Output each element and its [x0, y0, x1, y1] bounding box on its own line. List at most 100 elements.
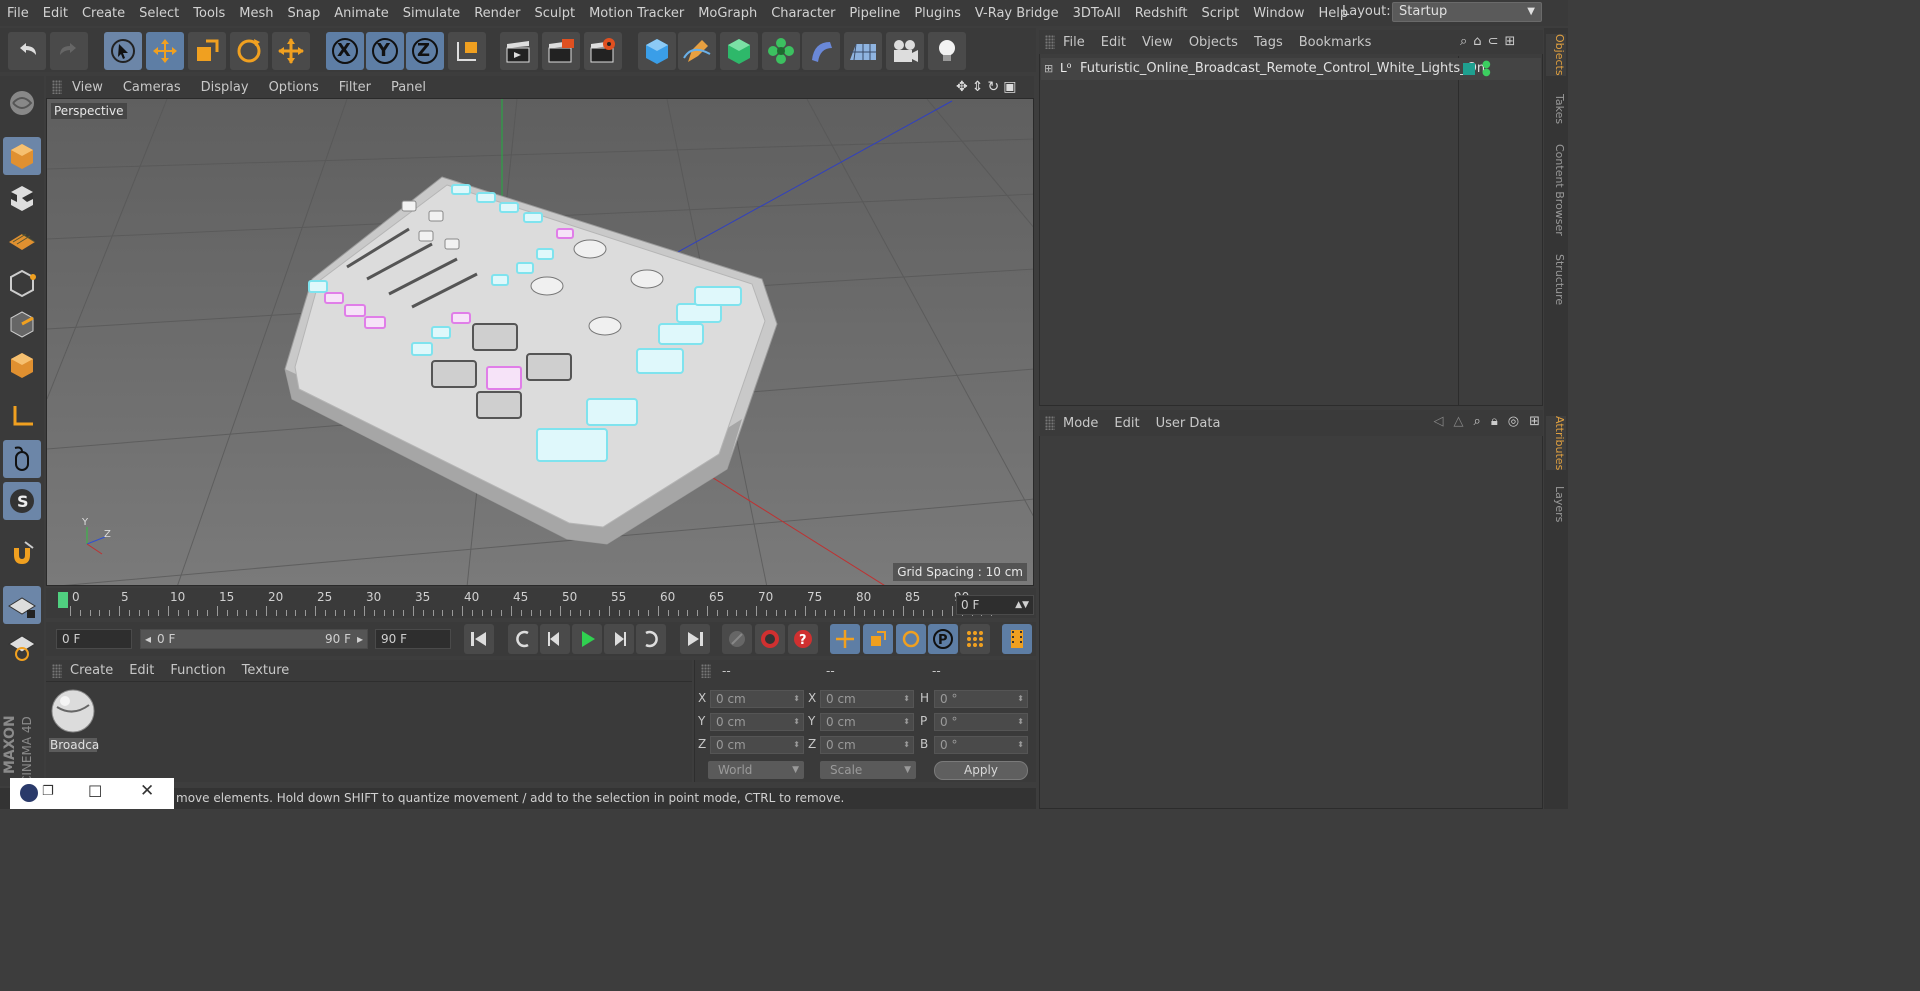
light-button[interactable] [928, 32, 966, 70]
attributes-menu-mode[interactable]: Mode [1055, 416, 1106, 431]
3d-viewport[interactable]: Y Z Perspective Grid Spacing : 10 cm [46, 98, 1034, 586]
menu-simulate[interactable]: Simulate [396, 6, 467, 21]
menu-animate[interactable]: Animate [327, 6, 395, 21]
snap-button[interactable] [3, 534, 41, 572]
edges-mode-button[interactable] [3, 305, 41, 343]
menu-pipeline[interactable]: Pipeline [842, 6, 907, 21]
transform-tool-button[interactable] [272, 32, 310, 70]
stepper-arrows-icon[interactable]: ⬍ [903, 737, 910, 753]
timeline-window-button[interactable] [1002, 624, 1032, 654]
restore-icon[interactable]: ❐ [42, 784, 54, 799]
layout-dropdown[interactable]: Startup ▼ [1392, 2, 1542, 22]
points-mode-button[interactable] [3, 264, 41, 302]
stepper-arrows-icon[interactable]: ⬍ [1017, 714, 1024, 730]
viewport-zoom-icon[interactable]: ⇕ [972, 79, 984, 95]
maximize-icon[interactable]: ☐ [88, 782, 102, 801]
solo-mode-button[interactable]: S [3, 482, 41, 520]
menu-edit[interactable]: Edit [36, 6, 75, 21]
menu-select[interactable]: Select [132, 6, 186, 21]
attributes-menu-user-data[interactable]: User Data [1148, 416, 1229, 431]
material-menu-edit[interactable]: Edit [121, 663, 162, 678]
back-arrow-icon[interactable]: ◁ [1434, 414, 1444, 432]
live-selection-button[interactable] [104, 32, 142, 70]
tweak-mode-button[interactable] [3, 440, 41, 478]
start-frame-field[interactable]: 0 F [56, 629, 132, 649]
render-to-picture-viewer-button[interactable] [542, 32, 580, 70]
floor-button[interactable] [844, 32, 882, 70]
cloner-button[interactable] [762, 32, 800, 70]
menu-window[interactable]: Window [1246, 6, 1311, 21]
move-tool-button[interactable] [146, 32, 184, 70]
menu-file[interactable]: File [0, 6, 36, 21]
rotate-tool-button[interactable] [230, 32, 268, 70]
menu-3dtoall[interactable]: 3DToAll [1066, 6, 1128, 21]
menu-mograph[interactable]: MoGraph [691, 6, 764, 21]
axis-mode-button[interactable] [3, 398, 41, 436]
lock-icon[interactable]: 🔒︎ [1491, 414, 1498, 432]
objects-menu-objects[interactable]: Objects [1181, 35, 1246, 50]
pen-spline-button[interactable] [678, 32, 716, 70]
stepper-arrows-icon[interactable]: ⬍ [903, 714, 910, 730]
viewport-menu-options[interactable]: Options [259, 80, 329, 95]
up-arrow-icon[interactable]: △ [1454, 414, 1464, 432]
side-tab-layers[interactable]: Layers [1546, 486, 1566, 522]
key-pla-button[interactable] [960, 624, 990, 654]
objects-menu-tags[interactable]: Tags [1246, 35, 1291, 50]
menu-redshift[interactable]: Redshift [1128, 6, 1195, 21]
planar-workplane-button[interactable] [3, 628, 41, 666]
viewport-menu-filter[interactable]: Filter [329, 80, 381, 95]
next-key-button[interactable] [636, 624, 666, 654]
grip-handle[interactable] [1045, 35, 1055, 49]
previous-key-button[interactable] [508, 624, 538, 654]
coord-value-field[interactable]: 0 cm ⬍ [820, 736, 914, 754]
material-menu-create[interactable]: Create [62, 663, 121, 678]
menu-render[interactable]: Render [467, 6, 527, 21]
playhead-marker[interactable] [58, 592, 68, 608]
menu-plugins[interactable]: Plugins [907, 6, 968, 21]
keyframe-selection-button[interactable]: ? [788, 624, 818, 654]
link-icon[interactable]: ⊂ [1488, 34, 1499, 50]
objects-menu-file[interactable]: File [1055, 35, 1093, 50]
menu-mesh[interactable]: Mesh [232, 6, 280, 21]
autokey-button[interactable] [755, 624, 785, 654]
home-icon[interactable]: ⌂ [1473, 34, 1481, 50]
coord-value-field[interactable]: 0 cm ⬍ [710, 736, 804, 754]
camera-button[interactable] [886, 32, 924, 70]
object-name[interactable]: Futuristic_Online_Broadcast_Remote_Contr… [1080, 61, 1485, 76]
side-tab-attributes[interactable]: Attributes [1546, 416, 1566, 471]
layer-color-tag[interactable] [1463, 63, 1475, 75]
menu-v-ray-bridge[interactable]: V-Ray Bridge [968, 6, 1066, 21]
coordinate-system-button[interactable] [448, 32, 486, 70]
timeline-ruler[interactable]: 051015202530354045505560657075808590 [46, 588, 1036, 618]
viewport-menu-cameras[interactable]: Cameras [113, 80, 191, 95]
menu-character[interactable]: Character [764, 6, 842, 21]
current-frame-field[interactable]: 0 F ▲▼ [956, 595, 1034, 615]
render-settings-button[interactable] [584, 32, 622, 70]
target-icon[interactable]: ◎ [1508, 414, 1519, 432]
grip-handle[interactable] [1045, 416, 1055, 430]
new-panel-icon[interactable]: ⊞ [1529, 414, 1540, 432]
menu-tools[interactable]: Tools [186, 6, 232, 21]
coord-value-field[interactable]: 0 ° ⬍ [934, 713, 1028, 731]
y-axis-lock-button[interactable]: Y [366, 32, 404, 70]
make-editable-button[interactable] [3, 84, 41, 122]
coord-value-field[interactable]: 0 cm ⬍ [710, 713, 804, 731]
stepper-arrows-icon[interactable]: ⬍ [793, 737, 800, 753]
menu-script[interactable]: Script [1195, 6, 1247, 21]
play-button[interactable] [572, 624, 602, 654]
objects-menu-view[interactable]: View [1134, 35, 1181, 50]
viewport-menu-display[interactable]: Display [191, 80, 259, 95]
end-frame-field[interactable]: 90 F [375, 629, 451, 649]
grip-handle[interactable] [52, 663, 62, 678]
menu-motion-tracker[interactable]: Motion Tracker [582, 6, 691, 21]
menu-snap[interactable]: Snap [281, 6, 328, 21]
menu-create[interactable]: Create [75, 6, 132, 21]
stepper-arrows-icon[interactable]: ⬍ [1017, 691, 1024, 707]
viewport-move-icon[interactable]: ✥ [956, 79, 968, 95]
render-view-button[interactable] [500, 32, 538, 70]
key-position-button[interactable] [830, 624, 860, 654]
key-rotation-button[interactable] [896, 624, 926, 654]
side-tab-content-browser[interactable]: Content Browser [1546, 144, 1566, 236]
side-tab-objects[interactable]: Objects [1546, 34, 1566, 76]
key-scale-button[interactable] [863, 624, 893, 654]
